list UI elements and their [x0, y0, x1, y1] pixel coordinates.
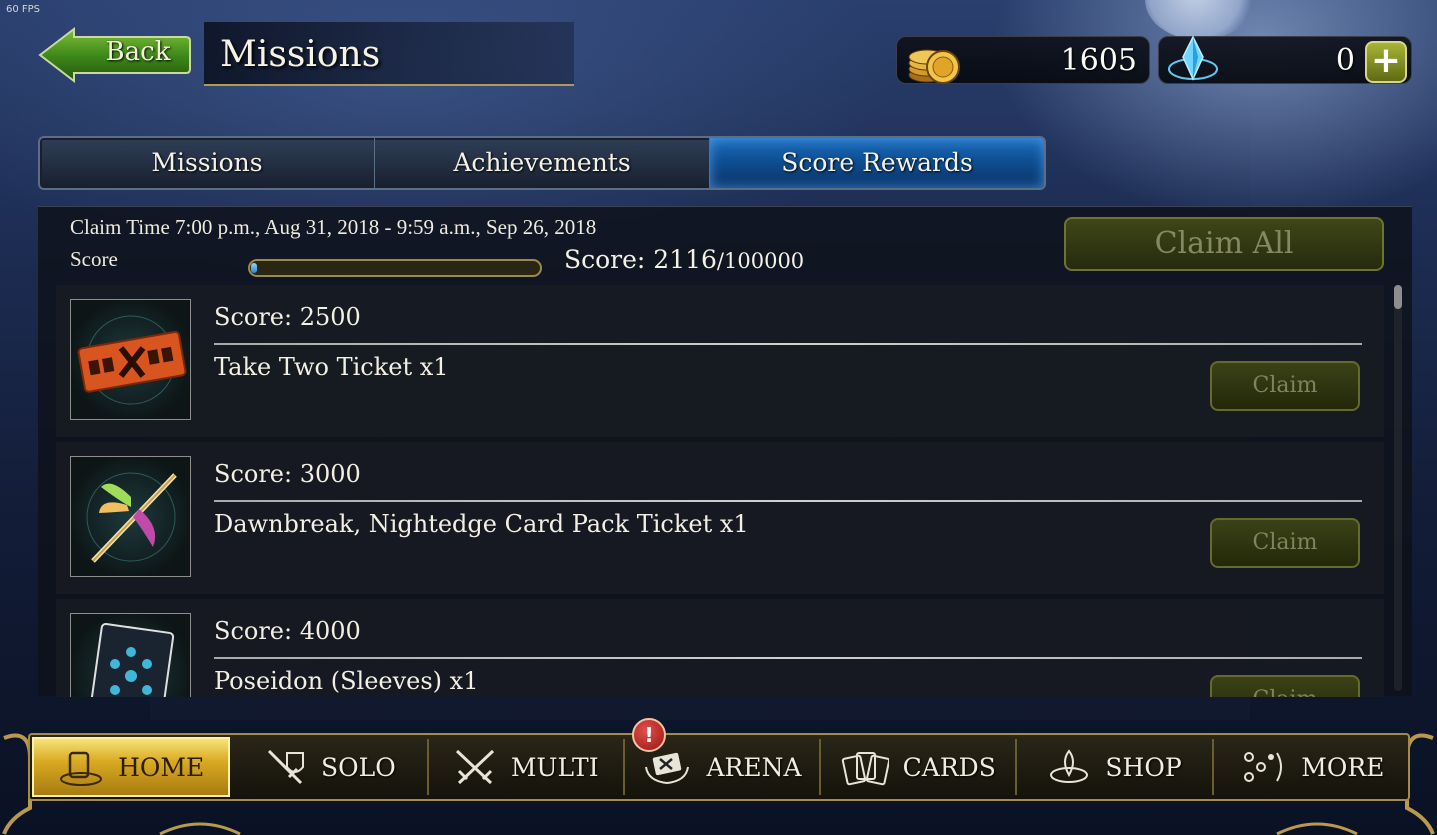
- reward-thumbnail: [70, 456, 191, 577]
- nav-multi[interactable]: MULTI: [429, 739, 625, 795]
- score-progress-bar: [248, 259, 542, 277]
- page-title-bar: Missions: [204, 22, 574, 86]
- reward-row: Score: 3000 Dawnbreak, Nightedge Card Pa…: [56, 442, 1384, 594]
- nav-home[interactable]: HOME: [32, 737, 231, 797]
- crystal-amount: 0: [1335, 43, 1355, 78]
- nav-cards[interactable]: CARDS: [821, 739, 1018, 795]
- claim-all-button[interactable]: Claim All: [1064, 217, 1384, 271]
- nav-cards-label: CARDS: [902, 752, 996, 782]
- reward-divider: [214, 657, 1362, 659]
- scrollbar-thumb[interactable]: [1394, 285, 1402, 309]
- reward-row: Score: 4000 Poseidon (Sleeves) x1 Claim: [56, 599, 1384, 697]
- ticket-icon: [77, 315, 187, 405]
- score-value-text: Score: 2116/100000: [564, 245, 804, 274]
- score-max: /100000: [716, 249, 805, 273]
- tab-missions[interactable]: Missions: [40, 138, 375, 188]
- mission-tabs: Missions Achievements Score Rewards: [38, 136, 1046, 190]
- claim-time-text: Claim Time 7:00 p.m., Aug 31, 2018 - 9:5…: [70, 215, 597, 239]
- reward-thumbnail: [70, 613, 191, 697]
- gold-counter: 1605: [896, 36, 1150, 84]
- home-icon: [60, 751, 103, 786]
- fps-counter: 60 FPS: [6, 4, 41, 15]
- sword-icon: [86, 472, 177, 563]
- page-title: Missions: [220, 34, 381, 75]
- crystal-icon: [1168, 35, 1218, 81]
- claim-button[interactable]: Claim: [1210, 361, 1360, 411]
- tab-score-rewards[interactable]: Score Rewards: [710, 138, 1044, 188]
- reward-score: Score: 3000: [214, 460, 361, 488]
- score-current: Score: 2116: [564, 245, 717, 274]
- back-label: Back: [105, 37, 171, 67]
- nav-arena-label: ARENA: [706, 752, 802, 782]
- add-crystals-button[interactable]: +: [1365, 41, 1407, 83]
- nav-multi-label: MULTI: [510, 752, 599, 782]
- arena-notification-badge: !: [632, 718, 666, 752]
- cards-icon: [841, 752, 889, 786]
- reward-divider: [214, 500, 1362, 502]
- gold-amount: 1605: [1060, 43, 1137, 78]
- back-button[interactable]: Back: [38, 27, 192, 83]
- score-label: Score: [70, 247, 118, 271]
- nav-solo[interactable]: SOLO: [232, 739, 429, 795]
- reward-thumbnail: [70, 299, 191, 420]
- nav-solo-label: SOLO: [321, 752, 396, 782]
- nav-more[interactable]: MORE: [1214, 739, 1408, 795]
- tab-achievements[interactable]: Achievements: [375, 138, 710, 188]
- reward-score: Score: 4000: [214, 617, 361, 645]
- nav-shop-label: SHOP: [1105, 752, 1182, 782]
- gold-coins-icon: [908, 49, 960, 84]
- reward-list: Score: 2500 Take Two Ticket x1 Claim Sco…: [56, 285, 1384, 697]
- more-icon: [1244, 752, 1283, 782]
- multi-icon: [455, 749, 494, 785]
- nav-home-label: HOME: [118, 752, 205, 782]
- reward-name: Dawnbreak, Nightedge Card Pack Ticket x1: [214, 510, 749, 538]
- nav-more-label: MORE: [1301, 752, 1385, 782]
- crystal-counter: 0 +: [1158, 35, 1412, 84]
- arena-icon: [645, 752, 690, 785]
- reward-divider: [214, 343, 1362, 345]
- reward-list-scrollbar[interactable]: [1394, 285, 1402, 691]
- claim-button[interactable]: Claim: [1210, 675, 1360, 697]
- reward-score: Score: 2500: [214, 303, 361, 331]
- solo-icon: [267, 749, 305, 785]
- claim-button[interactable]: Claim: [1210, 518, 1360, 568]
- sleeve-icon: [87, 622, 175, 697]
- nav-shop[interactable]: SHOP: [1017, 739, 1214, 795]
- score-progress-fill: [251, 263, 258, 273]
- reward-name: Take Two Ticket x1: [214, 353, 449, 381]
- reward-row: Score: 2500 Take Two Ticket x1 Claim: [56, 285, 1384, 437]
- bottom-navigation: HOME SOLO MULTI ARENA CARDS SHOP MORE: [28, 733, 1410, 801]
- shop-icon: [1050, 749, 1089, 783]
- reward-name: Poseidon (Sleeves) x1: [214, 667, 479, 695]
- score-rewards-panel: Claim Time 7:00 p.m., Aug 31, 2018 - 9:5…: [38, 206, 1412, 697]
